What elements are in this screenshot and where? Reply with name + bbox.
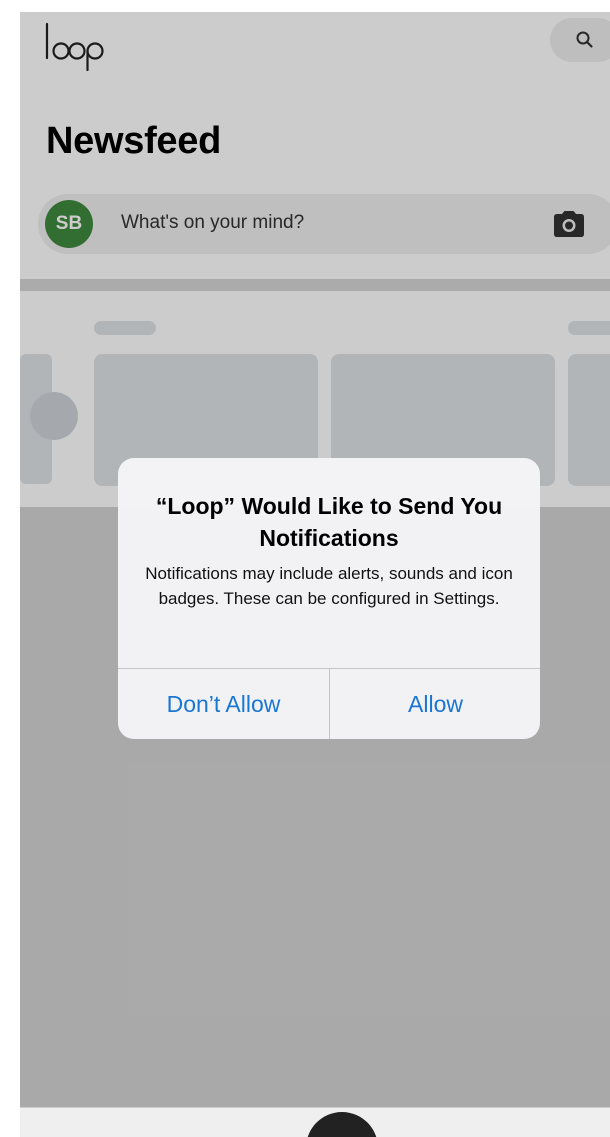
alert-message: Notifications may include alerts, sounds… [145, 564, 513, 608]
notification-permission-alert: “Loop” Would Like to Send You Notificati… [118, 458, 540, 739]
dont-allow-button[interactable]: Don’t Allow [118, 669, 329, 739]
app-screen: Newsfeed SB What's on your mind? “Loop” … [20, 12, 610, 1137]
allow-button[interactable]: Allow [330, 669, 540, 739]
alert-title: “Loop” Would Like to Send You Notificati… [155, 493, 503, 551]
